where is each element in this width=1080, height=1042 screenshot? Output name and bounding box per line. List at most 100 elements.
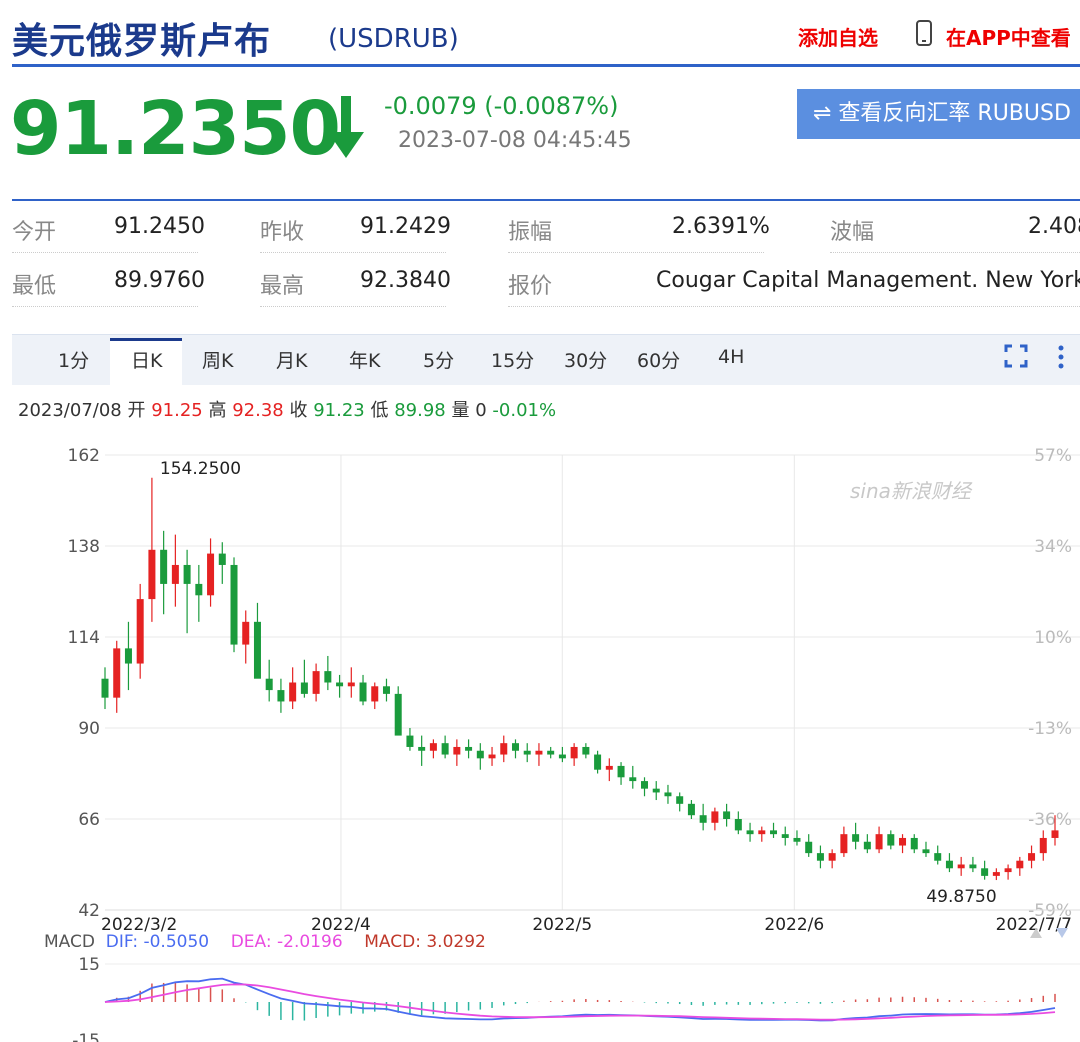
tab-5min[interactable]: 5分 <box>423 346 454 373</box>
candle-body <box>852 834 860 842</box>
candle-body <box>828 853 836 861</box>
y-tick-label: 114 <box>68 628 100 648</box>
y-pct-tick-label: 57% <box>1034 446 1072 466</box>
fullscreen-icon[interactable] <box>1004 344 1028 368</box>
candle-body <box>312 671 320 694</box>
candle-body <box>687 803 695 816</box>
amplitude-label: 振幅 <box>508 220 553 245</box>
price-divider <box>12 199 1080 201</box>
candle-body <box>230 564 238 645</box>
ohlc-date: 2023/07/08 <box>18 400 122 421</box>
range-value: 2.408 <box>1028 214 1080 239</box>
ohlc-close: 91.23 <box>313 400 365 421</box>
candle-body <box>101 678 109 698</box>
candle-body <box>406 735 414 747</box>
candle-body <box>523 750 531 755</box>
candle-body <box>371 686 379 702</box>
high-label: 最高 <box>260 274 305 299</box>
candle-body <box>265 678 273 691</box>
open-value: 91.2450 <box>114 214 205 239</box>
candle-body <box>160 549 168 584</box>
tab-yearly[interactable]: 年K <box>349 346 380 373</box>
candle-body <box>781 834 789 838</box>
candle-body <box>922 849 930 854</box>
candle-body <box>136 599 144 664</box>
candle-body <box>582 746 590 755</box>
candle-body <box>488 754 496 759</box>
stats-divider <box>260 306 446 307</box>
candle-body <box>594 754 602 770</box>
tab-4h[interactable]: 4H <box>718 346 744 368</box>
candle-body <box>347 682 355 687</box>
macd-y-tick: -15 <box>72 1031 100 1042</box>
candle-body <box>207 553 215 596</box>
open-in-app-link[interactable]: 在APP中查看 <box>946 22 1071 51</box>
candle-body <box>1004 868 1012 873</box>
quote-source-value: Cougar Capital Management. New York <box>656 268 1080 293</box>
candle-body <box>359 682 367 702</box>
candle-body <box>289 682 297 702</box>
tab-daily[interactable]: 日K <box>131 346 162 373</box>
candle-body <box>570 746 578 759</box>
candle-body <box>699 815 707 823</box>
sina-watermark: sina新浪财经 <box>850 479 973 503</box>
y-tick-label: 42 <box>78 901 100 921</box>
tab-1min[interactable]: 1分 <box>58 346 89 373</box>
ohlc-summary: 2023/07/08 开 91.25 高 92.38 收 91.23 低 89.… <box>18 396 556 422</box>
candle-body <box>195 583 203 596</box>
macd-chart: 15 -15 <box>72 955 1080 1042</box>
phone-icon <box>916 20 932 46</box>
ohlc-low: 89.98 <box>394 400 446 421</box>
candle-body <box>641 781 649 789</box>
tab-60min[interactable]: 60分 <box>637 346 680 373</box>
stats-divider <box>508 306 1080 307</box>
open-label: 今开 <box>12 220 57 245</box>
low-label: 最低 <box>12 274 57 299</box>
prev-close-value: 91.2429 <box>360 214 451 239</box>
page-title: 美元俄罗斯卢布 <box>12 21 272 62</box>
tab-15min[interactable]: 15分 <box>491 346 534 373</box>
candle-body <box>511 743 519 751</box>
candle-body <box>981 868 989 876</box>
candle-body <box>945 860 953 869</box>
min-value-label: 49.8750 <box>926 887 996 907</box>
y-tick-label: 90 <box>78 719 100 739</box>
tab-weekly[interactable]: 周K <box>202 346 233 373</box>
price-change: -0.0079 (-0.0087%) <box>384 92 619 120</box>
candle-body <box>324 671 332 683</box>
range-label: 波幅 <box>830 220 875 245</box>
ohlc-volume: 0 <box>475 400 487 421</box>
add-favorite-button[interactable]: 添加自选 <box>798 22 878 51</box>
quote-source-label: 报价 <box>508 274 553 299</box>
candle-body <box>758 830 766 835</box>
candle-body <box>934 853 942 861</box>
tab-30min[interactable]: 30分 <box>564 346 607 373</box>
candle-body <box>394 693 402 736</box>
candle-body <box>957 864 965 869</box>
max-value-label: 154.2500 <box>160 459 241 479</box>
candle-body <box>148 549 156 600</box>
candle-body <box>617 765 625 778</box>
candle-body <box>629 777 637 782</box>
more-icon[interactable] <box>1058 344 1064 370</box>
reverse-rate-button[interactable]: ⇌ 查看反向汇率 RUBUSD <box>797 89 1080 139</box>
candle-body <box>1016 860 1024 869</box>
macd-dif: DIF: -0.5050 <box>105 932 210 952</box>
candle-body <box>171 564 179 584</box>
y-tick-label: 138 <box>68 537 100 557</box>
candle-body <box>805 841 813 854</box>
ohlc-open: 91.25 <box>151 400 203 421</box>
candle-body <box>547 750 555 755</box>
stats-divider <box>12 306 198 307</box>
y-tick-label: 66 <box>78 810 100 830</box>
y-pct-tick-label: -13% <box>1028 719 1072 739</box>
candle-body <box>652 788 660 793</box>
candle-body <box>816 853 824 861</box>
candle-body <box>723 811 731 819</box>
candle-body <box>840 834 848 854</box>
tab-monthly[interactable]: 月K <box>276 346 307 373</box>
macd-value: MACD: 3.0292 <box>364 932 486 952</box>
quote-datetime: 2023-07-08 04:45:45 <box>398 128 632 153</box>
candle-body <box>418 746 426 751</box>
candlestick-chart[interactable]: 162 57%138 34%114 10%90 -13%66 -36%42 -59%2022… <box>0 430 1080 942</box>
